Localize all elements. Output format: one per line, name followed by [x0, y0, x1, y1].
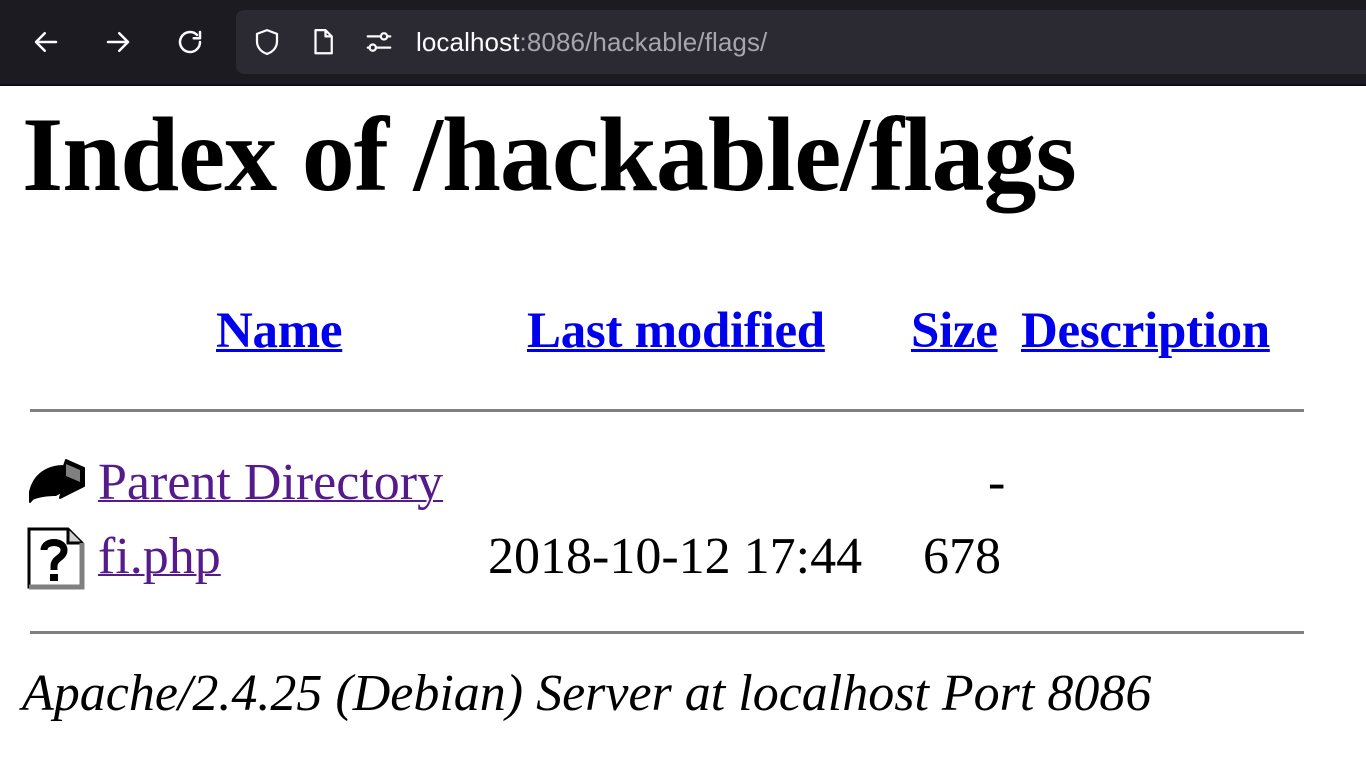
file-link[interactable]: fi.php [98, 528, 221, 585]
header-divider [30, 409, 1304, 412]
sort-by-last-modified-link[interactable]: Last modified [527, 303, 825, 359]
reload-button[interactable] [168, 20, 212, 64]
parent-directory-link[interactable]: Parent Directory [98, 454, 443, 511]
sort-by-size-link[interactable]: Size [911, 303, 998, 359]
page-title: Index of /hackable/flags [22, 96, 1077, 213]
list-item-name: Parent Directory [98, 453, 443, 513]
reload-icon [178, 30, 202, 54]
arrow-left-icon [34, 32, 58, 52]
column-header-size: Size [911, 302, 998, 360]
shield-icon[interactable] [252, 27, 282, 57]
page-icon[interactable] [308, 27, 338, 57]
footer-divider [30, 631, 1304, 634]
sort-by-name-link[interactable]: Name [216, 303, 343, 359]
url-path: :8086/hackable/flags/ [519, 27, 768, 57]
server-signature: Apache/2.4.25 (Debian) Server at localho… [22, 665, 1152, 722]
back-arrow-icon [29, 459, 85, 503]
page-content: Index of /hackable/flags Name Last modif… [0, 86, 1366, 766]
list-item-size: 678 [923, 528, 1001, 585]
arrow-right-icon [106, 32, 130, 52]
url-host: localhost [416, 27, 520, 57]
sort-by-description-link[interactable]: Description [1021, 303, 1270, 359]
permissions-icon[interactable] [364, 27, 394, 57]
list-item-last-modified: 2018-10-12 17:44 [488, 528, 863, 585]
back-button[interactable] [24, 20, 68, 64]
url-bar[interactable]: localhost:8086/hackable/flags/ [236, 10, 1366, 74]
unknown-file-icon [27, 527, 85, 590]
forward-button[interactable] [96, 20, 140, 64]
url-text[interactable]: localhost:8086/hackable/flags/ [416, 25, 767, 59]
column-header-name: Name [216, 302, 343, 360]
column-header-description: Description [1021, 302, 1270, 360]
column-header-last-modified: Last modified [527, 302, 825, 360]
list-item-name: fi.php [98, 527, 221, 587]
browser-toolbar: localhost:8086/hackable/flags/ [0, 0, 1366, 86]
list-item-size: - [988, 454, 1006, 511]
